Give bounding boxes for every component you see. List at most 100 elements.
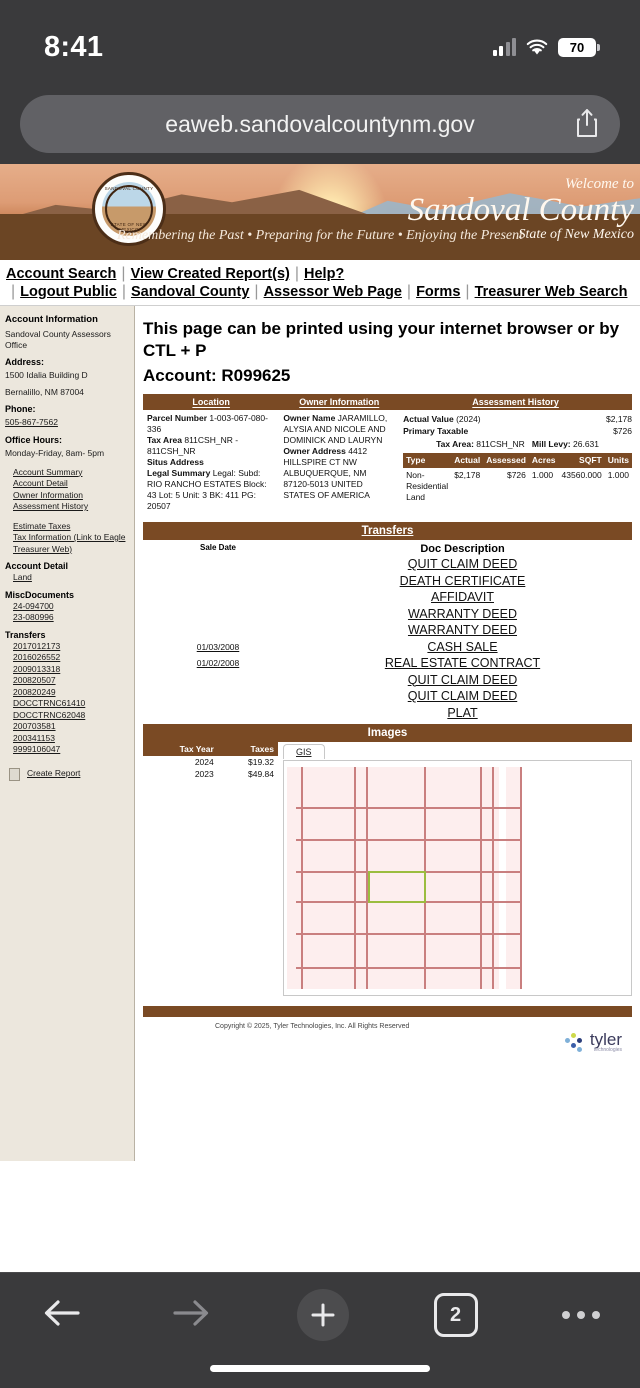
sidebar-item-transfer[interactable]: 2016026552 [13, 652, 129, 664]
sidebar-link-account-summary[interactable]: Account Summary [13, 467, 129, 479]
sidebar: Account Information Sandoval County Asse… [0, 306, 135, 1161]
sidebar-link-owner-information[interactable]: Owner Information [13, 490, 129, 502]
create-report-checkbox[interactable] [9, 767, 20, 781]
sidebar-item-doc[interactable]: 24-094700 [13, 601, 129, 613]
transfers-column-headers: Sale Date Doc Description [143, 540, 632, 556]
gis-line [296, 967, 522, 969]
gis-map-image[interactable] [283, 760, 632, 996]
assessment-th-acres: Acres [528, 453, 559, 468]
sidebar-item-transfer[interactable]: 2009013318 [13, 664, 129, 676]
url-input[interactable]: eaweb.sandovalcountynm.gov [20, 95, 620, 153]
assessment-td-actual: $2,178 [454, 470, 481, 480]
url-text: eaweb.sandovalcountynm.gov [165, 110, 475, 137]
nav-link-treasurer-web-search[interactable]: Treasurer Web Search [475, 284, 628, 300]
location-cell: Parcel Number 1-003-067-080-336 Tax Area… [143, 410, 279, 518]
column-header-assessment: Assessment History [399, 394, 632, 410]
sidebar-link-estimate-taxes[interactable]: Estimate Taxes [13, 521, 129, 533]
transfer-doc-link[interactable]: WARRANTY DEED [408, 623, 517, 637]
sidebar-item-transfer[interactable]: 200820507 [13, 675, 129, 687]
transfer-doc-link[interactable]: QUIT CLAIM DEED [408, 673, 518, 687]
sidebar-phone-link[interactable]: 505-867-7562 [5, 417, 129, 429]
forward-arrow-icon[interactable] [169, 1296, 213, 1335]
transfer-date-link[interactable]: 01/03/2008 [197, 642, 240, 652]
nav-link-account-search[interactable]: Account Search [6, 266, 116, 282]
sidebar-item-transfer[interactable]: 200703581 [13, 721, 129, 733]
sidebar-link-assessment-history[interactable]: Assessment History [13, 501, 129, 513]
sidebar-primary-links: Account Summary Account Detail Owner Inf… [5, 467, 129, 513]
gis-line [296, 807, 522, 809]
transfer-date-link[interactable]: 01/02/2008 [197, 658, 240, 668]
site-navigation: Account Search | View Created Report(s) | He… [0, 260, 640, 306]
tyler-logo: tyler technologies [143, 1030, 632, 1053]
sidebar-item-transfer[interactable]: DOCCTRNC62048 [13, 710, 129, 722]
nav-link-logout-public[interactable]: Logout Public [20, 284, 117, 300]
status-bar: 8:41 70 [0, 0, 640, 84]
tyler-subtext: technologies [593, 1047, 622, 1053]
sidebar-link-account-detail[interactable]: Account Detail [13, 478, 129, 490]
assessment-td-units: 1.000 [607, 470, 629, 480]
create-report-link[interactable]: Create Report [27, 768, 80, 780]
tax-td-year: 2023 [194, 769, 214, 779]
gis-selected-parcel [368, 871, 426, 903]
transfer-doc-link[interactable]: QUIT CLAIM DEED [408, 557, 518, 571]
more-options-icon[interactable] [562, 1311, 600, 1319]
table-row: DEATH CERTIFICATE [143, 573, 632, 590]
back-arrow-icon[interactable] [40, 1296, 84, 1335]
banner-welcome: Welcome to [564, 176, 634, 192]
tab-gis[interactable]: GIS [283, 744, 325, 759]
sidebar-group-heading: Transfers [5, 629, 46, 640]
gis-line [480, 767, 483, 989]
new-tab-button[interactable] [297, 1289, 349, 1341]
tax-area-mill-levy-row: Tax Area: 811CSH_NR Mill Levy: 26.631 [403, 438, 632, 451]
share-icon[interactable] [576, 108, 598, 138]
transfer-doc-link[interactable]: CASH SALE [427, 640, 497, 654]
nav-link-help[interactable]: Help? [304, 266, 344, 282]
page-columns: Account Information Sandoval County Asse… [0, 306, 640, 1161]
tab-gis-label[interactable]: GIS [296, 747, 312, 757]
nav-link-sandoval-county[interactable]: Sandoval County [131, 284, 249, 300]
column-header-location: Location [143, 394, 280, 410]
tab-count-button[interactable]: 2 [433, 1293, 478, 1337]
actual-value-label: Actual Value [403, 414, 454, 424]
sidebar-group-heading: MiscDocuments [5, 589, 75, 600]
sidebar-secondary-links: Estimate Taxes Tax Information (Link to … [5, 521, 129, 556]
sidebar-hours-label: Office Hours: [5, 434, 63, 445]
browser-url-bar-container: eaweb.sandovalcountynm.gov [0, 84, 640, 164]
assessment-td-assessed: $726 [506, 470, 526, 480]
sidebar-item-transfer[interactable]: DOCCTRNC61410 [13, 698, 129, 710]
sidebar-item-doc[interactable]: 23-080996 [13, 612, 129, 624]
sidebar-item-transfer[interactable]: 9999106047 [13, 744, 129, 756]
create-report-row[interactable]: Create Report [5, 767, 129, 781]
actual-value-amount: $2,178 [606, 414, 632, 424]
copyright-text: Copyright © 2025, Tyler Technologies, In… [215, 1023, 410, 1030]
transfer-doc-link[interactable]: WARRANTY DEED [408, 607, 517, 621]
sidebar-link-tax-information[interactable]: Tax Information (Link to Eagle Treasurer… [13, 532, 129, 555]
account-summary-table: Location Owner Information Assessment Hi… [143, 394, 632, 518]
table-row: QUIT CLAIM DEED [143, 672, 632, 689]
owner-cell: Owner Name JARAMILLO, ALYSIA AND NICOLE … [279, 410, 399, 518]
sidebar-address-line2: Bernalillo, NM 87004 [5, 387, 84, 397]
primary-taxable-row: Primary Taxable $726 [403, 425, 632, 437]
situs-address-label: Situs Address [147, 457, 204, 467]
main-content: This page can be printed using your inte… [135, 306, 640, 1161]
nav-link-assessor-web-page[interactable]: Assessor Web Page [264, 284, 402, 300]
tyler-wordmark: tyler [589, 1030, 622, 1049]
legal-summary-label: Legal Summary [147, 468, 211, 478]
nav-link-forms[interactable]: Forms [416, 284, 460, 300]
transfer-doc-link[interactable]: DEATH CERTIFICATE [400, 574, 526, 588]
status-bar-indicators: 70 [492, 37, 600, 57]
sidebar-item-land[interactable]: Land [13, 572, 129, 584]
transfer-doc-link[interactable]: QUIT CLAIM DEED [408, 689, 518, 703]
transfer-doc-link[interactable]: AFFIDAVIT [431, 590, 494, 604]
mill-levy-label: Mill Levy: [531, 439, 571, 449]
transfer-doc-link[interactable]: REAL ESTATE CONTRACT [385, 656, 540, 670]
assessment-td-sqft: 43560.000 [561, 470, 602, 480]
sidebar-item-transfer[interactable]: 200341153 [13, 733, 129, 745]
nav-link-view-created-reports[interactable]: View Created Report(s) [131, 266, 290, 282]
sidebar-item-transfer[interactable]: 200820249 [13, 687, 129, 699]
home-indicator [210, 1365, 430, 1372]
assessment-cell: Actual Value (2024) $2,178 Primary Taxab… [399, 410, 632, 518]
gis-line [520, 767, 522, 989]
transfer-doc-link[interactable]: PLAT [447, 706, 477, 720]
sidebar-item-transfer[interactable]: 2017012173 [13, 641, 129, 653]
